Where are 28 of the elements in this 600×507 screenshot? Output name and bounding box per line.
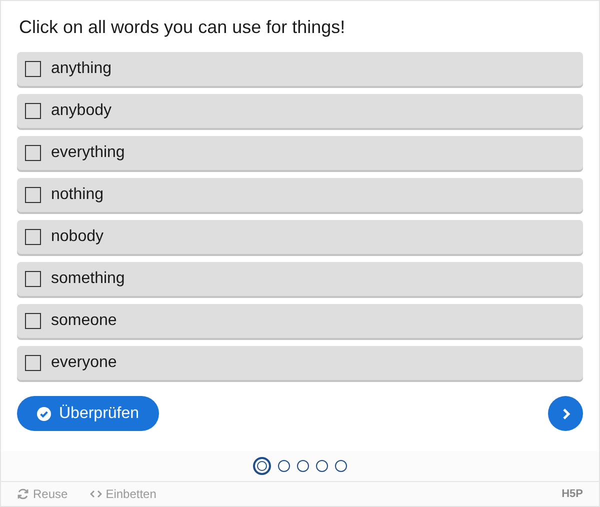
refresh-icon xyxy=(17,488,29,500)
checkbox[interactable] xyxy=(25,61,41,77)
question-text: Click on all words you can use for things! xyxy=(19,17,346,38)
code-icon xyxy=(90,489,102,499)
checkbox[interactable] xyxy=(25,103,41,119)
checkbox[interactable] xyxy=(25,229,41,245)
answer-option[interactable]: something xyxy=(17,262,583,296)
answer-option[interactable]: nothing xyxy=(17,178,583,212)
logo: H5P xyxy=(562,488,583,500)
page-dot[interactable] xyxy=(297,460,309,472)
next-button[interactable] xyxy=(548,396,583,431)
answer-option[interactable]: nobody xyxy=(17,220,583,254)
checkbox[interactable] xyxy=(25,145,41,161)
answer-option[interactable]: anything xyxy=(17,52,583,86)
answer-option[interactable]: everything xyxy=(17,136,583,170)
page-dot[interactable] xyxy=(316,460,328,472)
checkbox[interactable] xyxy=(25,271,41,287)
checkbox[interactable] xyxy=(25,187,41,203)
checkbox[interactable] xyxy=(25,313,41,329)
checkbox[interactable] xyxy=(25,355,41,371)
check-button[interactable]: Überprüfen xyxy=(17,396,160,431)
page-dot[interactable] xyxy=(253,457,271,475)
page-dot[interactable] xyxy=(335,460,347,472)
answer-option[interactable]: everyone xyxy=(17,346,583,380)
check-circle-icon xyxy=(37,406,51,420)
answer-option[interactable]: anybody xyxy=(17,94,583,128)
answer-option[interactable]: someone xyxy=(17,304,583,338)
page-dot[interactable] xyxy=(278,460,290,472)
